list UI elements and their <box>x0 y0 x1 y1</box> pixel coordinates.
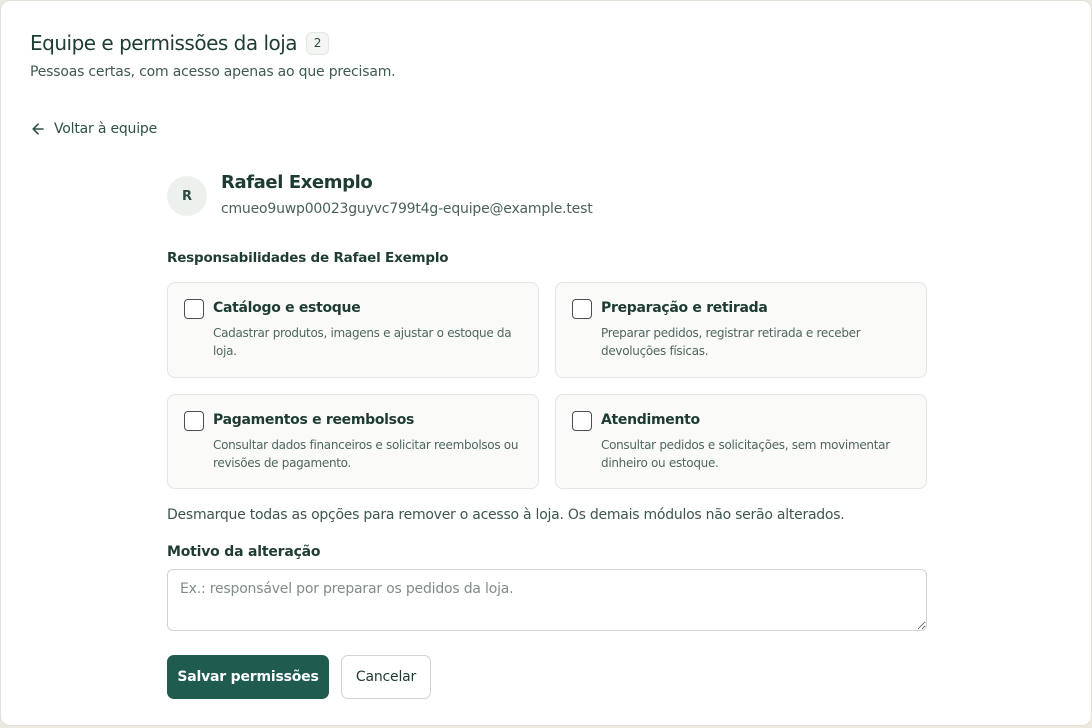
page-title: Equipe e permissões da loja <box>30 31 298 55</box>
permission-description: Consultar dados financeiros e solicitar … <box>213 438 519 470</box>
permission-title: Catálogo e estoque <box>213 300 361 316</box>
page-subtitle: Pessoas certas, com acesso apenas ao que… <box>30 64 396 80</box>
permission-card-support[interactable]: Atendimento Consultar pedidos e solicita… <box>555 394 927 489</box>
save-permissions-button[interactable]: Salvar permissões <box>167 655 329 699</box>
permission-card-preparation[interactable]: Preparação e retirada Preparar pedidos, … <box>555 282 927 378</box>
responsibilities-label: Responsabilidades de Rafael Exemplo <box>167 250 449 266</box>
permission-description: Cadastrar produtos, imagens e ajustar o … <box>213 326 512 358</box>
arrow-left-icon <box>32 123 44 135</box>
permission-description: Preparar pedidos, registrar retirada e r… <box>601 326 861 358</box>
catalog-checkbox[interactable] <box>184 299 204 319</box>
back-to-team-link[interactable]: Voltar à equipe <box>30 121 157 137</box>
permission-card-catalog[interactable]: Catálogo e estoque Cadastrar produtos, i… <box>167 282 539 378</box>
avatar: R <box>167 176 207 216</box>
member-email: cmueo9uwp00023guyvc799t4g-equipe@example… <box>221 201 593 217</box>
back-link-label: Voltar à equipe <box>54 121 158 137</box>
reason-label: Motivo da alteração <box>167 544 321 560</box>
support-checkbox[interactable] <box>572 411 592 431</box>
removal-notice: Desmarque todas as opções para remover o… <box>167 507 845 523</box>
reason-textarea[interactable] <box>167 569 927 631</box>
preparation-checkbox[interactable] <box>572 299 592 319</box>
member-count-badge: 2 <box>306 31 330 55</box>
permission-title: Atendimento <box>601 412 700 428</box>
page-container: Equipe e permissões da loja 2 Pessoas ce… <box>0 0 1092 726</box>
page-header: Equipe e permissões da loja 2 <box>30 31 330 55</box>
permission-card-payments[interactable]: Pagamentos e reembolsos Consultar dados … <box>167 394 539 489</box>
permission-title: Pagamentos e reembolsos <box>213 412 415 428</box>
permission-title: Preparação e retirada <box>601 300 768 316</box>
permission-description: Consultar pedidos e solicitações, sem mo… <box>601 438 890 470</box>
cancel-button[interactable]: Cancelar <box>341 655 431 699</box>
payments-checkbox[interactable] <box>184 411 204 431</box>
member-name: Rafael Exemplo <box>221 172 373 193</box>
